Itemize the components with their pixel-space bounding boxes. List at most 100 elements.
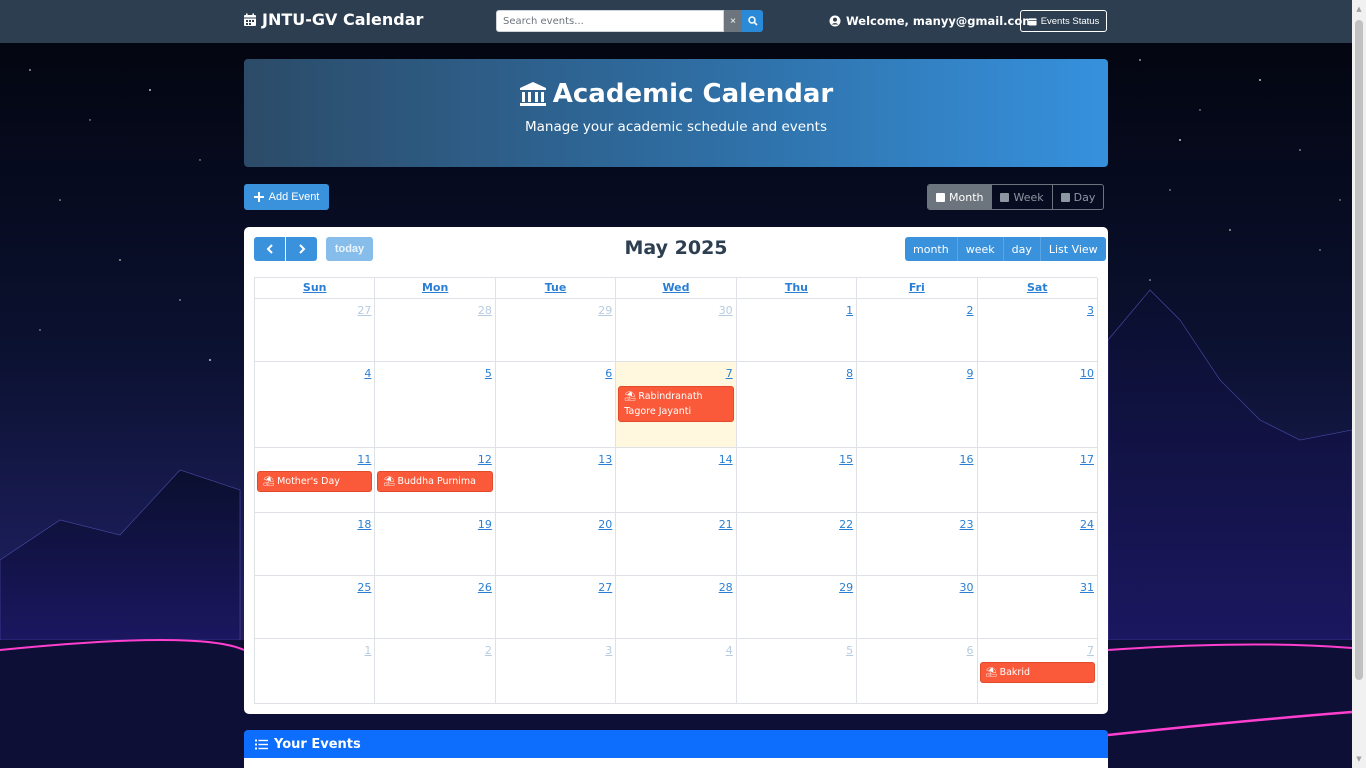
day-number[interactable]: 5 [846, 644, 853, 657]
day-number[interactable]: 8 [846, 367, 853, 380]
day-number[interactable]: 25 [357, 581, 371, 594]
day-number[interactable]: 22 [839, 518, 853, 531]
day-number[interactable]: 10 [1080, 367, 1094, 380]
weekday-wed[interactable]: Wed [616, 278, 737, 299]
range-day-button[interactable]: day [1003, 237, 1041, 261]
day-number[interactable]: 1 [364, 644, 371, 657]
day-number[interactable]: 26 [478, 581, 492, 594]
day-cell[interactable]: 6 [495, 362, 617, 448]
range-list-view-button[interactable]: List View [1040, 237, 1106, 261]
day-number[interactable]: 24 [1080, 518, 1094, 531]
weekday-sat[interactable]: Sat [977, 278, 1098, 299]
day-cell[interactable]: 1 [736, 299, 858, 362]
day-cell[interactable]: 11 ⛱ Mother's Day [255, 448, 376, 513]
weekday-mon[interactable]: Mon [375, 278, 496, 299]
day-cell[interactable]: 17 [977, 448, 1098, 513]
day-number[interactable]: 28 [719, 581, 733, 594]
day-number[interactable]: 7 [726, 367, 733, 380]
day-number[interactable]: 13 [598, 453, 612, 466]
event-bakrid[interactable]: ⛱ Bakrid [979, 662, 1095, 683]
day-cell[interactable]: 29 [736, 576, 858, 639]
day-number[interactable]: 18 [357, 518, 371, 531]
brand[interactable]: JNTU-GV Calendar [243, 10, 423, 29]
day-cell[interactable]: 14 [616, 448, 737, 513]
event-mothers-day[interactable]: ⛱ Mother's Day [257, 471, 373, 492]
day-number[interactable]: 1 [846, 304, 853, 317]
day-number[interactable]: 16 [960, 453, 974, 466]
day-number[interactable]: 6 [967, 644, 974, 657]
day-number[interactable]: 29 [839, 581, 853, 594]
scrollbar-thumb[interactable] [1355, 20, 1363, 680]
day-number[interactable]: 21 [719, 518, 733, 531]
day-number[interactable]: 30 [960, 581, 974, 594]
day-cell[interactable]: 13 [495, 448, 617, 513]
day-number[interactable]: 11 [357, 453, 371, 466]
day-cell[interactable]: 20 [495, 513, 617, 576]
day-cell[interactable]: 5 [375, 362, 496, 448]
day-cell[interactable]: 3 [977, 299, 1098, 362]
event-buddha-purnima[interactable]: ⛱ Buddha Purnima [377, 471, 493, 492]
day-number[interactable]: 20 [598, 518, 612, 531]
day-cell[interactable]: 27 [495, 576, 617, 639]
day-cell[interactable]: 1 [255, 639, 376, 704]
day-cell[interactable]: 26 [375, 576, 496, 639]
scroll-down-arrow-icon[interactable]: ▼ [1352, 752, 1366, 766]
day-cell[interactable]: 29 [495, 299, 617, 362]
day-cell[interactable]: 4 [616, 639, 737, 704]
day-cell[interactable]: 8 [736, 362, 858, 448]
day-cell[interactable]: 28 [375, 299, 496, 362]
search-button[interactable] [742, 10, 763, 32]
weekday-thu[interactable]: Thu [736, 278, 858, 299]
day-number[interactable]: 14 [719, 453, 733, 466]
day-number[interactable]: 23 [960, 518, 974, 531]
day-number[interactable]: 2 [485, 644, 492, 657]
day-number[interactable]: 15 [839, 453, 853, 466]
day-number[interactable]: 6 [605, 367, 612, 380]
day-number[interactable]: 7 [1087, 644, 1094, 657]
day-number[interactable]: 2 [967, 304, 974, 317]
day-cell[interactable]: 3 [495, 639, 617, 704]
day-cell[interactable]: 23 [857, 513, 978, 576]
day-number[interactable]: 3 [605, 644, 612, 657]
day-cell[interactable]: 2 [375, 639, 496, 704]
add-event-button[interactable]: Add Event [244, 184, 329, 210]
day-cell[interactable]: 10 [977, 362, 1098, 448]
day-cell[interactable]: 19 [375, 513, 496, 576]
day-cell[interactable]: 5 [736, 639, 858, 704]
event-rabindranath-tagore-jayanti[interactable]: ⛱ Rabindranath Tagore Jayanti [618, 386, 734, 422]
day-number[interactable]: 29 [598, 304, 612, 317]
page-scrollbar[interactable]: ▲ ▼ [1352, 0, 1366, 768]
day-number[interactable]: 9 [967, 367, 974, 380]
day-number[interactable]: 3 [1087, 304, 1094, 317]
day-number[interactable]: 4 [364, 367, 371, 380]
view-week-button[interactable]: Week [992, 185, 1053, 209]
scroll-up-arrow-icon[interactable]: ▲ [1352, 2, 1366, 16]
day-cell[interactable]: 18 [255, 513, 376, 576]
day-cell[interactable]: 30 [616, 299, 737, 362]
day-number[interactable]: 27 [598, 581, 612, 594]
search-input[interactable] [496, 10, 724, 32]
weekday-fri[interactable]: Fri [857, 278, 978, 299]
day-number[interactable]: 12 [478, 453, 492, 466]
day-number[interactable]: 30 [719, 304, 733, 317]
weekday-tue[interactable]: Tue [495, 278, 617, 299]
day-cell[interactable]: 4 [255, 362, 376, 448]
range-week-button[interactable]: week [957, 237, 1004, 261]
day-number[interactable]: 19 [478, 518, 492, 531]
day-number[interactable]: 5 [485, 367, 492, 380]
day-cell[interactable]: 22 [736, 513, 858, 576]
day-cell[interactable]: 30 [857, 576, 978, 639]
day-cell[interactable]: 2 [857, 299, 978, 362]
day-cell[interactable]: 9 [857, 362, 978, 448]
day-cell-today[interactable]: 7 ⛱ Rabindranath Tagore Jayanti [616, 362, 737, 448]
view-month-button[interactable]: Month [928, 185, 993, 209]
day-cell[interactable]: 27 [255, 299, 376, 362]
day-number[interactable]: 4 [726, 644, 733, 657]
day-number[interactable]: 17 [1080, 453, 1094, 466]
day-number[interactable]: 27 [357, 304, 371, 317]
day-cell[interactable]: 28 [616, 576, 737, 639]
clear-search-button[interactable]: × [724, 10, 742, 32]
view-day-button[interactable]: Day [1053, 185, 1104, 209]
day-cell[interactable]: 12 ⛱ Buddha Purnima [375, 448, 496, 513]
day-cell[interactable]: 24 [977, 513, 1098, 576]
